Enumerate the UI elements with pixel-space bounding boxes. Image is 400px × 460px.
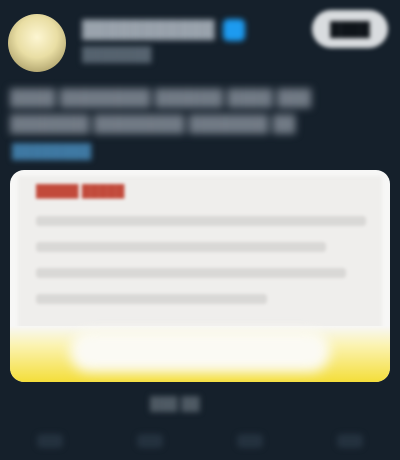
text-row [36,242,327,252]
document-title: █████ █████ [36,184,125,198]
document-preview: █████ █████ [18,176,382,336]
media-attachment[interactable]: █████ █████ [10,170,390,382]
author-handle[interactable]: ███████ [82,46,151,62]
highlight-band [10,326,390,382]
text-row [36,294,267,304]
like-icon[interactable] [237,434,263,448]
reply-icon[interactable] [37,434,63,448]
avatar[interactable] [8,14,66,72]
share-icon[interactable] [337,434,363,448]
timestamp[interactable]: ███ ██ [150,396,200,411]
tweet-text: ████ ████████ ██████ ████ ███ ███████ ██… [10,90,312,133]
action-bar [0,422,400,460]
text-row [36,268,347,278]
tweet-post: ███████████ ███████ ████ ████ ████████ █… [0,0,400,460]
display-name[interactable]: ███████████ [82,20,215,40]
author-name-line[interactable]: ███████████ [82,18,245,42]
tweet-header: ███████████ ███████ ████ [0,0,400,76]
verified-badge-icon [222,19,245,41]
text-row [36,216,366,226]
retweet-icon[interactable] [137,434,163,448]
document-text-rows [36,216,366,320]
follow-button[interactable]: ████ [312,10,388,48]
tweet-link[interactable]: ████████ [12,143,91,159]
